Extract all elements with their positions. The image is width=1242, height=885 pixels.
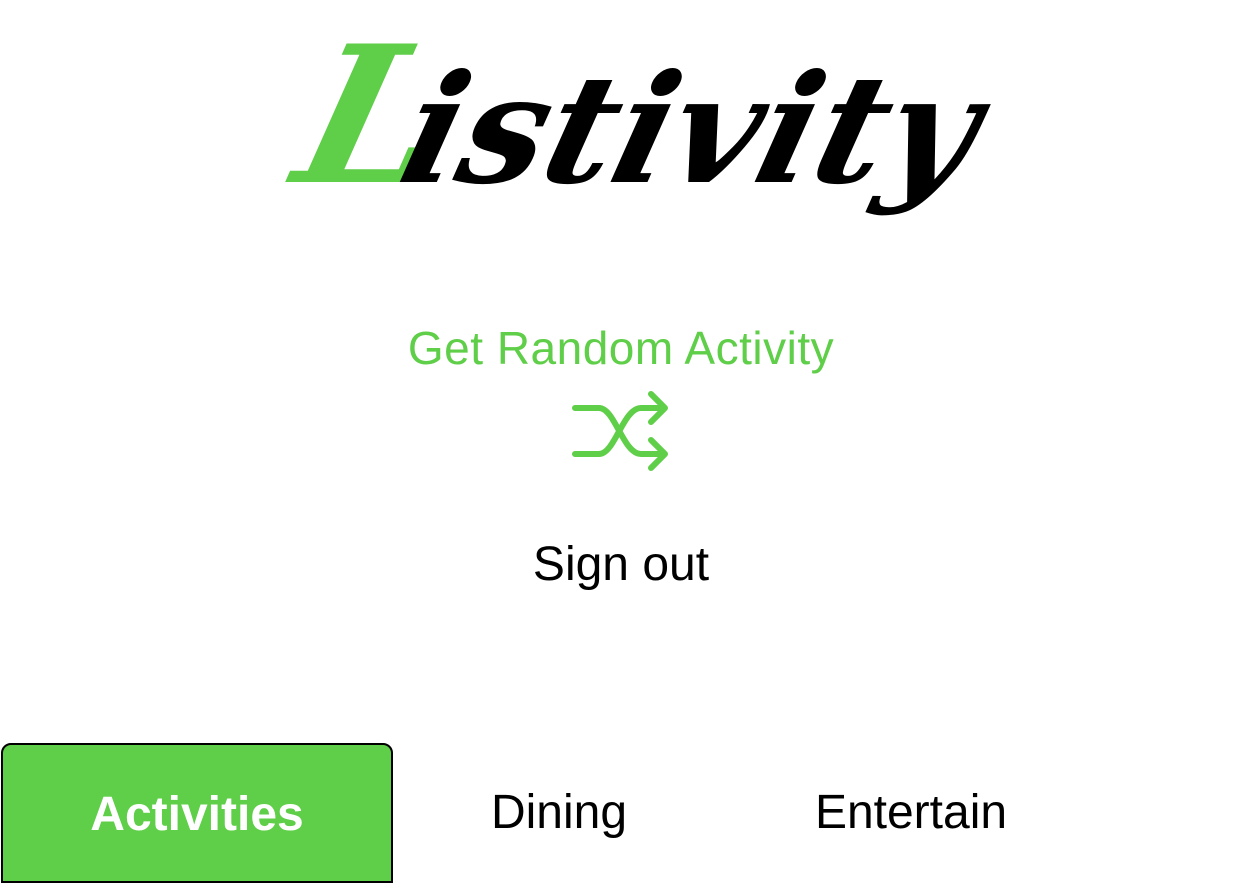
tab-dining[interactable]: Dining bbox=[398, 743, 720, 883]
logo-wordmark: istivity bbox=[386, 41, 1008, 217]
get-random-activity-button[interactable]: Get Random Activity bbox=[0, 320, 1242, 376]
app-logo: L istivity bbox=[0, 0, 1242, 260]
shuffle-icon[interactable] bbox=[571, 388, 671, 474]
sign-out-button[interactable]: Sign out bbox=[0, 536, 1242, 594]
tab-activities[interactable]: Activities bbox=[1, 743, 393, 883]
tab-entertain[interactable]: Entertain bbox=[736, 743, 1086, 883]
category-tab-bar: Activities Dining Entertain bbox=[0, 743, 1242, 883]
